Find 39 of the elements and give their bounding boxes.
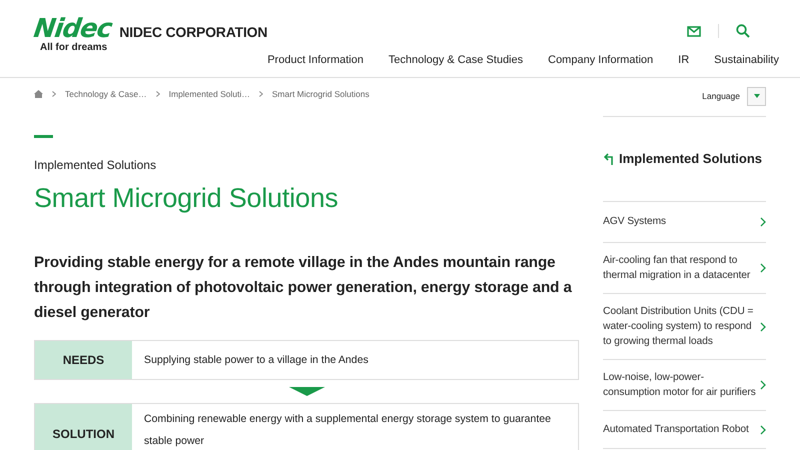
breadcrumb-link[interactable]: Technology & Case… — [65, 89, 147, 99]
sidebar-link[interactable]: Automated Transportation Robot — [603, 411, 766, 449]
language-label: Language — [702, 91, 740, 101]
sidebar-link[interactable]: AGV Systems — [603, 202, 766, 243]
row-text: Combining renewable energy with a supplemental energy storage system to guarantee stable power — [143, 412, 552, 449]
page-title: Smart Microgrid Solutions — [34, 183, 340, 214]
chevron-icon — [52, 91, 56, 97]
search-icon[interactable] — [736, 24, 750, 38]
language-dropdown[interactable] — [747, 86, 766, 106]
chevron-icon — [760, 216, 766, 226]
lead-paragraph: Providing stable energy for a remote village in the Andes mountain range through integration of photovoltaic power generation, energy storage and a diesel generator — [34, 253, 573, 323]
breadcrumb-link[interactable]: Implemented Soluti… — [168, 89, 250, 99]
down-arrow-icon — [288, 387, 324, 396]
logo-tagline: All for dreams — [40, 42, 108, 53]
company-name: NIDEC CORPORATION — [119, 24, 268, 40]
chevron-icon — [760, 322, 766, 332]
sidebar-link[interactable]: Coolant Distribution Units (CDU = water-cooling system) to respond to growing thermal loads — [603, 294, 766, 360]
row-label: SOLUTION — [35, 404, 132, 450]
mail-icon[interactable] — [687, 26, 701, 36]
sidebar-link[interactable]: Low-noise, low-power-consumption motor for air purifiers — [603, 360, 766, 411]
chevron-icon — [760, 263, 766, 273]
nav-link[interactable]: Product Information — [267, 54, 364, 66]
return-arrow-icon[interactable] — [603, 152, 614, 164]
chevron-icon — [760, 424, 766, 434]
chevron-icon — [760, 380, 766, 390]
home-icon[interactable] — [34, 90, 43, 98]
chevron-icon — [259, 91, 264, 97]
logo-wordmark[interactable]: Nidec — [32, 17, 114, 41]
nav-link[interactable]: Technology & Case Studies — [388, 54, 523, 66]
chevron-icon — [156, 91, 160, 97]
sidebar-link[interactable]: Air-cooling fan that respond to thermal migration in a datacenter — [603, 243, 766, 294]
category-label: Implemented Solutions — [34, 158, 158, 172]
sidebar-title: Implemented Solutions — [619, 151, 762, 166]
nav-link[interactable]: Company Information — [548, 54, 654, 66]
row-text: Supplying stable power to a village in the Andes — [143, 353, 370, 368]
nav-link[interactable]: IR — [678, 54, 690, 66]
row-label: NEEDS — [35, 341, 132, 379]
caret-icon — [754, 94, 760, 98]
nav-link[interactable]: Sustainability — [714, 54, 779, 66]
